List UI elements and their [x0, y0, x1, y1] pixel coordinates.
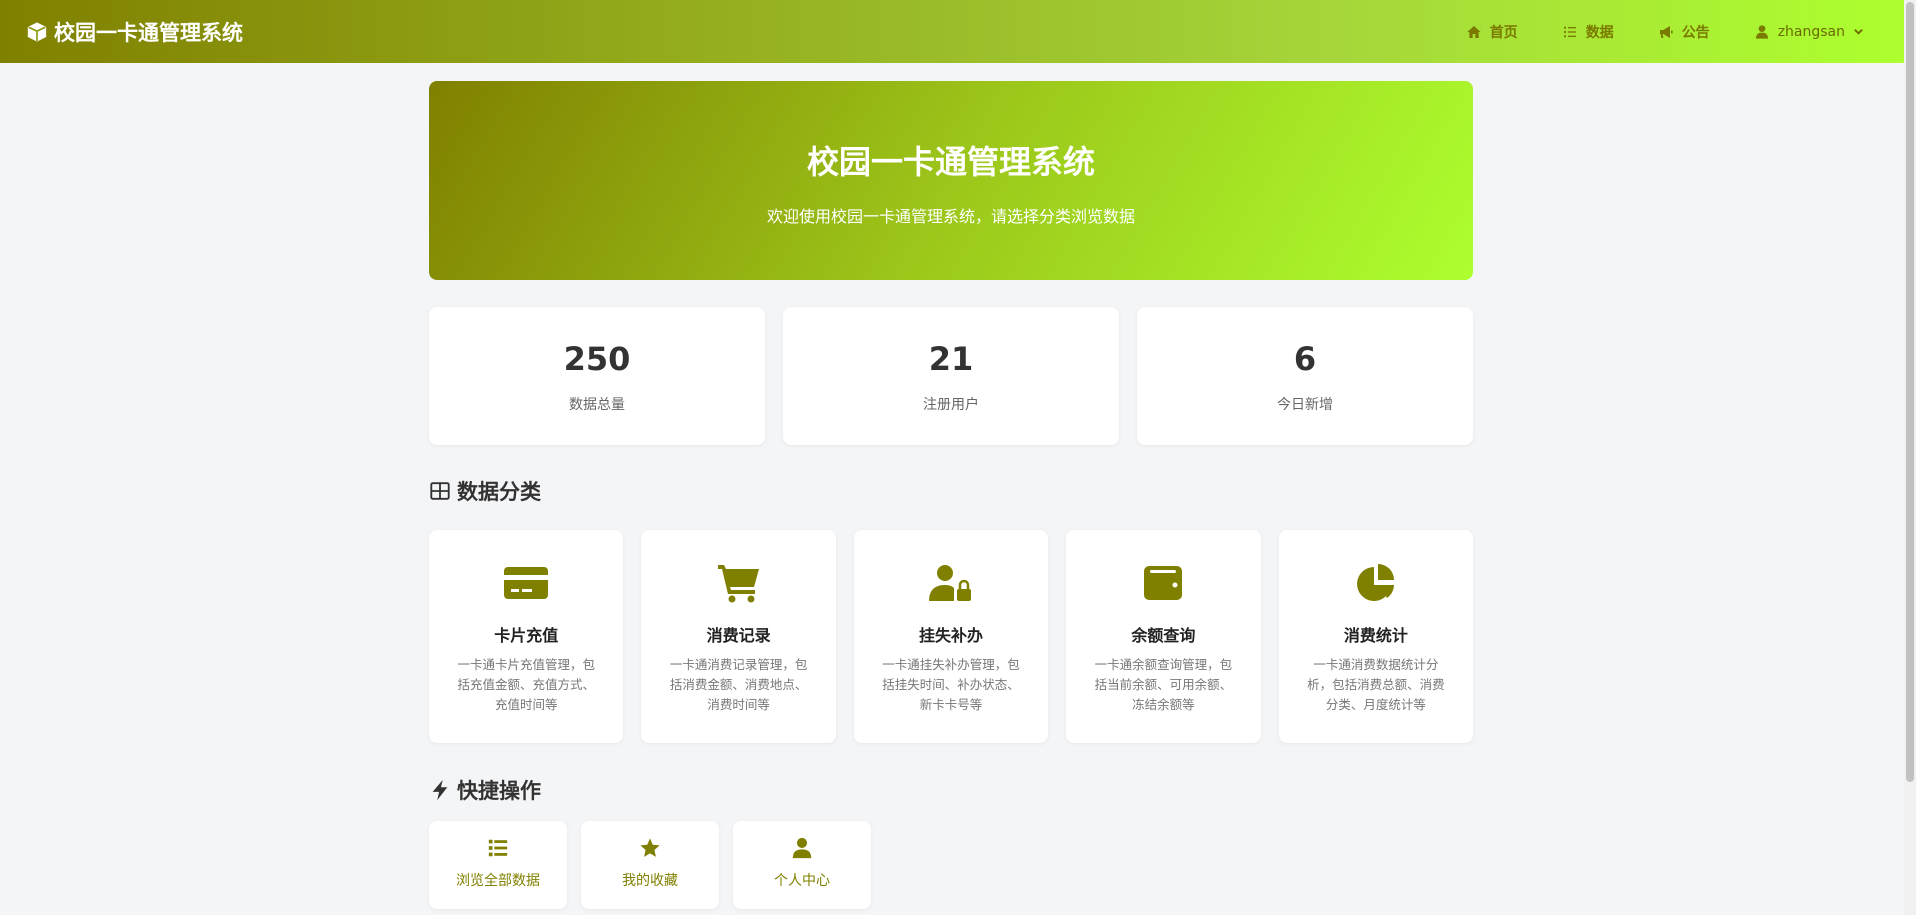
icon-wrap	[929, 563, 973, 607]
stats-row: 250 数据总量 21 注册用户 6 今日新增	[429, 307, 1473, 445]
hero-banner: 校园一卡通管理系统 欢迎使用校园一卡通管理系统，请选择分类浏览数据	[429, 81, 1473, 280]
nav-item-announcement[interactable]: 公告	[1658, 22, 1710, 42]
category-card-loss-report[interactable]: 挂失补办 一卡通挂失补办管理，包括挂失时间、补办状态、新卡卡号等	[853, 530, 1049, 743]
category-title: 消费统计	[1343, 626, 1408, 645]
quick-favorites-button[interactable]: 我的收藏	[581, 821, 719, 909]
category-card-consumption[interactable]: 消费记录 一卡通消费记录管理，包括消费金额、消费地点、消费时间等	[641, 530, 836, 743]
hero-title: 校园一卡通管理系统	[806, 142, 1095, 181]
user-menu[interactable]: zhangsan	[1754, 24, 1864, 40]
star-icon	[640, 838, 660, 857]
brand[interactable]: 校园一卡通管理系统	[26, 17, 243, 47]
quick-label: 浏览全部数据	[456, 873, 540, 889]
user-icon	[1755, 24, 1768, 39]
section-title: 快捷操作	[457, 779, 541, 803]
quick-label: 个人中心	[774, 873, 830, 889]
category-title: 挂失补办	[919, 626, 984, 645]
category-card-balance[interactable]: 余额查询 一卡通余额查询管理，包括当前余额、可用余额、冻结余额等	[1066, 530, 1261, 743]
category-desc: 一卡通挂失补办管理，包括挂失时间、补办状态、新卡卡号等	[882, 657, 1020, 712]
wallet-icon	[1144, 566, 1183, 600]
category-desc: 一卡通消费数据统计分析，包括消费总额、消费分类、月度统计等	[1307, 657, 1445, 712]
category-grid: 卡片充值 一卡通卡片充值管理，包括充值金额、充值方式、充值时间等 消费记录 一卡…	[429, 530, 1474, 743]
categories-heading: 数据分类	[429, 476, 1473, 506]
quick-profile-button[interactable]: 个人中心	[733, 821, 871, 909]
megaphone-icon	[1659, 25, 1673, 38]
nav-label: 公告	[1681, 24, 1710, 41]
quick-actions: 浏览全部数据 我的收藏 个人中心	[429, 821, 1473, 909]
scrollbar-thumb[interactable]	[1906, 2, 1914, 782]
cart-icon	[717, 565, 759, 603]
user-lock-icon	[929, 565, 972, 601]
main-content: 校园一卡通管理系统 欢迎使用校园一卡通管理系统，请选择分类浏览数据 250 数据…	[429, 81, 1474, 909]
icon-wrap	[1354, 563, 1398, 607]
nav-label: 数据	[1585, 24, 1614, 41]
category-title: 消费记录	[706, 626, 771, 645]
category-card-recharge[interactable]: 卡片充值 一卡通卡片充值管理，包括充值金额、充值方式、充值时间等	[429, 530, 624, 743]
credit-card-icon	[504, 567, 549, 599]
grid-icon	[430, 482, 450, 500]
category-title: 卡片充值	[494, 626, 559, 645]
stat-label: 今日新增	[1277, 397, 1333, 413]
scrollbar[interactable]	[1904, 0, 1916, 915]
stat-card-users: 21 注册用户	[783, 307, 1119, 445]
cube-icon	[27, 21, 47, 42]
category-title: 余额查询	[1131, 626, 1196, 645]
category-desc: 一卡通卡片充值管理，包括充值金额、充值方式、充值时间等	[457, 657, 595, 712]
icon-wrap	[1141, 563, 1185, 607]
stat-value: 21	[928, 340, 974, 378]
icon-wrap	[717, 563, 761, 607]
username: zhangsan	[1777, 23, 1845, 40]
stat-value: 250	[563, 340, 631, 378]
stat-label: 注册用户	[923, 397, 979, 413]
stat-card-new-today: 6 今日新增	[1137, 307, 1473, 445]
user-icon	[792, 837, 812, 859]
nav-item-home[interactable]: 首页	[1466, 22, 1518, 42]
quick-browse-all-button[interactable]: 浏览全部数据	[429, 821, 567, 909]
home-icon	[1467, 25, 1481, 38]
list-icon	[1563, 26, 1576, 37]
pie-chart-icon	[1356, 564, 1394, 601]
hero-subtitle: 欢迎使用校园一卡通管理系统，请选择分类浏览数据	[766, 206, 1135, 226]
brand-title: 校园一卡通管理系统	[54, 20, 243, 45]
list-icon	[488, 839, 508, 857]
icon-wrap	[504, 563, 549, 607]
top-navbar: 校园一卡通管理系统 首页 数据 公告 zhangsan	[0, 0, 1904, 63]
bolt-icon	[432, 779, 448, 801]
section-title: 数据分类	[457, 480, 541, 504]
main-nav: 首页 数据 公告 zhangsan	[1466, 22, 1864, 42]
category-desc: 一卡通消费记录管理，包括消费金额、消费地点、消费时间等	[669, 657, 808, 712]
chevron-down-icon	[1854, 29, 1863, 35]
stat-value: 6	[1293, 340, 1317, 378]
quick-label: 我的收藏	[622, 873, 678, 889]
category-card-statistics[interactable]: 消费统计 一卡通消费数据统计分析，包括消费总额、消费分类、月度统计等	[1278, 530, 1474, 743]
quick-actions-heading: 快捷操作	[429, 775, 1473, 805]
stat-label: 数据总量	[569, 397, 625, 413]
nav-label: 首页	[1489, 24, 1518, 41]
category-desc: 一卡通余额查询管理，包括当前余额、可用余额、冻结余额等	[1094, 657, 1233, 712]
nav-item-data[interactable]: 数据	[1562, 22, 1614, 42]
stat-card-total: 250 数据总量	[429, 307, 765, 445]
